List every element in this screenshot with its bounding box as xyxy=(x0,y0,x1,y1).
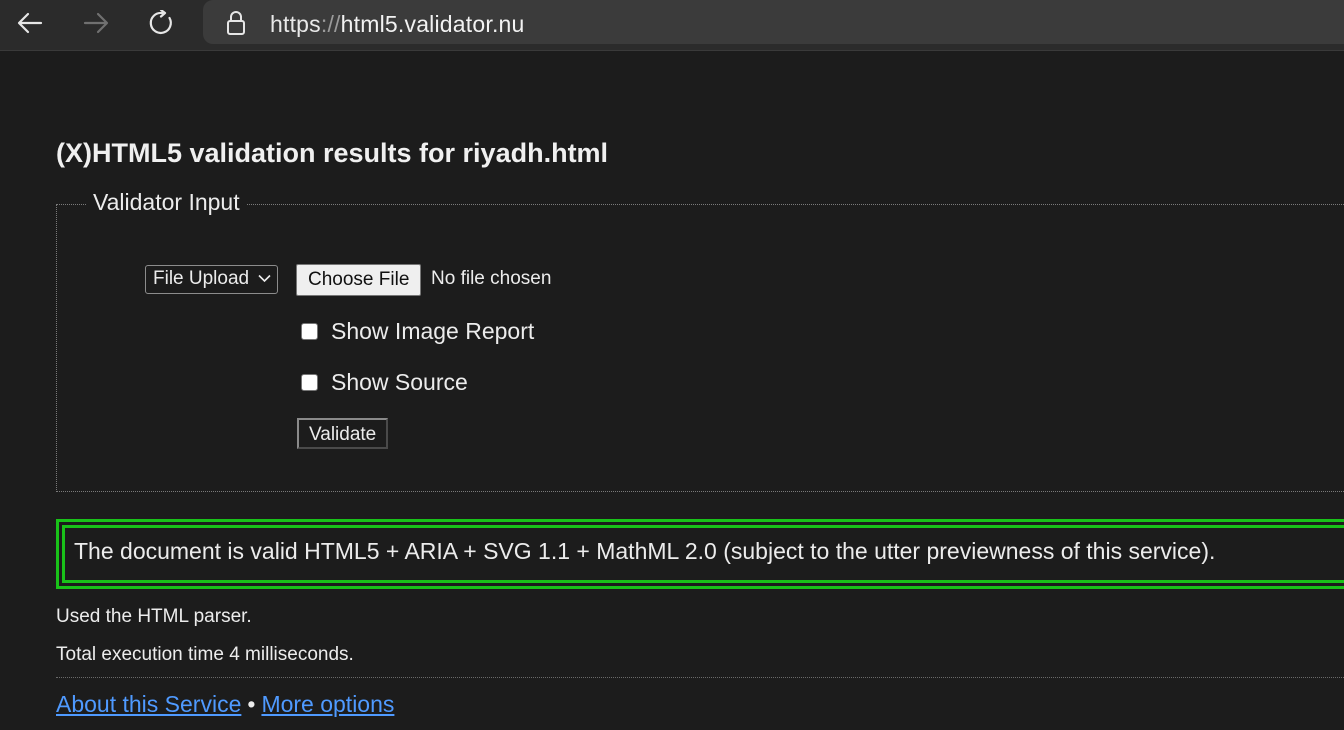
more-options-link[interactable]: More options xyxy=(261,691,394,717)
input-mode-select[interactable]: File Upload xyxy=(145,265,279,294)
arrow-left-icon xyxy=(17,12,43,34)
show-source-row[interactable]: Show Source xyxy=(301,367,468,397)
browser-toolbar: https://html5.validator.nu xyxy=(0,0,1344,51)
chevron-down-icon xyxy=(258,274,271,283)
show-image-report-row[interactable]: Show Image Report xyxy=(301,316,534,346)
validator-input-fieldset: Validator Input File Upload Choose File … xyxy=(56,189,1344,492)
back-button[interactable] xyxy=(10,5,50,41)
show-image-report-checkbox[interactable] xyxy=(301,322,318,340)
show-source-checkbox[interactable] xyxy=(301,373,318,391)
choose-file-button[interactable]: Choose File xyxy=(296,264,422,296)
validate-button[interactable]: Validate xyxy=(297,418,389,449)
about-service-link[interactable]: About this Service xyxy=(56,691,241,717)
url-scheme: https xyxy=(270,11,321,37)
parser-info: Used the HTML parser. xyxy=(56,606,252,627)
footer-separator: • xyxy=(247,691,256,717)
address-bar[interactable]: https://html5.validator.nu xyxy=(203,0,1344,44)
url-text[interactable]: https://html5.validator.nu xyxy=(270,11,525,38)
show-image-report-label[interactable]: Show Image Report xyxy=(331,318,534,345)
refresh-icon xyxy=(149,10,172,35)
forward-button[interactable] xyxy=(76,5,116,41)
footer-links: About this Service • More options xyxy=(56,691,394,718)
page-title: (X)HTML5 validation results for riyadh.h… xyxy=(56,138,609,168)
footer-divider xyxy=(56,677,1344,678)
validation-success-box: The document is valid HTML5 + ARIA + SVG… xyxy=(56,519,1344,589)
file-status-text: No file chosen xyxy=(431,268,552,289)
url-host: html5.validator.nu xyxy=(340,11,525,37)
arrow-right-icon xyxy=(83,12,109,34)
validator-input-legend: Validator Input xyxy=(87,189,246,216)
execution-time: Total execution time 4 milliseconds. xyxy=(56,644,354,665)
reload-button[interactable] xyxy=(142,5,182,41)
show-source-label[interactable]: Show Source xyxy=(331,369,468,396)
url-separator: :// xyxy=(320,11,341,37)
input-mode-value: File Upload xyxy=(153,268,250,289)
validation-success-message: The document is valid HTML5 + ARIA + SVG… xyxy=(74,538,1216,564)
page-content: (X)HTML5 validation results for riyadh.h… xyxy=(0,51,1344,730)
lock-icon xyxy=(227,11,245,35)
